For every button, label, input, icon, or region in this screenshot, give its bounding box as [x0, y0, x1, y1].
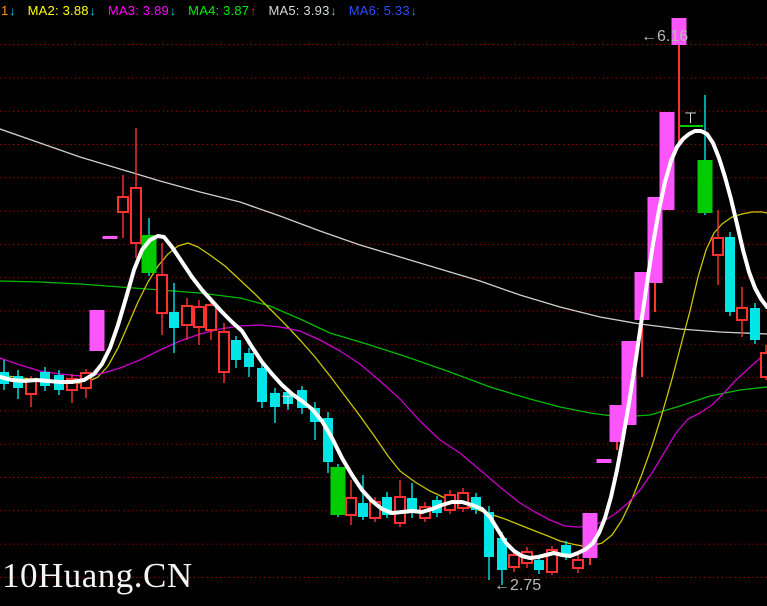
candle-body: [697, 160, 713, 213]
down-arrow-icon: ↓: [9, 4, 16, 18]
stock-chart-window: ←6.16 ←2.75 ⊤ ⊤ 1 ↓ MA2: 3.88 ↓ MA3: 3.89 ↓ MA4: …: [0, 0, 767, 606]
ma-label: MA3: 3.89: [107, 2, 169, 18]
candle-body: [345, 497, 357, 516]
candle-body: [218, 331, 230, 373]
candle-body: [244, 353, 254, 367]
candle-body: [596, 459, 612, 463]
down-arrow-icon: ↓: [169, 4, 177, 18]
candle-body: [205, 304, 217, 331]
ma-header-item-4: MA5: 3.93 ↓: [268, 2, 337, 19]
annotation-text: ←6.16: [641, 28, 688, 45]
ma-header-item-3: MA4: 3.87 ↑: [188, 2, 257, 19]
candle-body: [102, 236, 118, 239]
annotation-text: ←2.75: [494, 577, 541, 594]
candle-body: [358, 503, 368, 517]
candle-body: [130, 187, 142, 244]
annotation-text: ⊤: [281, 394, 295, 411]
candlestick-chart: ←6.16 ←2.75 ⊤ ⊤: [0, 0, 767, 606]
candle-body: [508, 554, 520, 568]
ma-header-item-0: 1 ↓: [1, 2, 16, 19]
candle-body: [25, 380, 37, 395]
candle-body: [156, 274, 168, 314]
candle-body: [231, 340, 241, 360]
candle-body: [257, 368, 267, 402]
ma-label: MA4: 3.87: [188, 2, 250, 18]
down-arrow-icon: ↓: [89, 4, 96, 18]
ma-header-item-2: MA3: 3.89 ↓: [107, 2, 177, 19]
up-arrow-icon: ↑: [250, 4, 257, 18]
ma-label: MA6: 5.33: [348, 2, 410, 18]
watermark-text: 10Huang.CN: [2, 556, 193, 595]
candle-body: [117, 196, 129, 213]
candle-body: [330, 467, 346, 515]
candle-body: [534, 560, 544, 570]
candle-body: [181, 305, 193, 326]
candle-body: [89, 310, 105, 351]
down-arrow-icon: ↓: [330, 4, 337, 18]
ma-header-item-5: MA6: 5.33 ↓: [348, 2, 417, 19]
candle-body: [193, 306, 205, 328]
candle-body: [760, 352, 767, 378]
ma-label: MA5: 3.93: [268, 2, 330, 18]
candle-body: [270, 393, 280, 407]
candle-body: [750, 308, 760, 340]
ma-indicator-header: 1 ↓ MA2: 3.88 ↓ MA3: 3.89 ↓ MA4: 3.87 ↑ MA5: 3.9…: [1, 1, 429, 19]
ma-header-item-1: MA2: 3.88 ↓: [27, 2, 96, 19]
candle-body: [736, 307, 748, 321]
ma-label: 1: [1, 2, 9, 18]
chart-background: [0, 0, 767, 606]
candle-body: [169, 312, 179, 328]
candle-body: [712, 237, 724, 256]
ma-label: MA2: 3.88: [27, 2, 89, 18]
candle-body: [725, 237, 735, 312]
candle-body: [572, 559, 584, 569]
annotation-text: ⊤: [684, 110, 697, 127]
down-arrow-icon: ↓: [410, 4, 417, 18]
